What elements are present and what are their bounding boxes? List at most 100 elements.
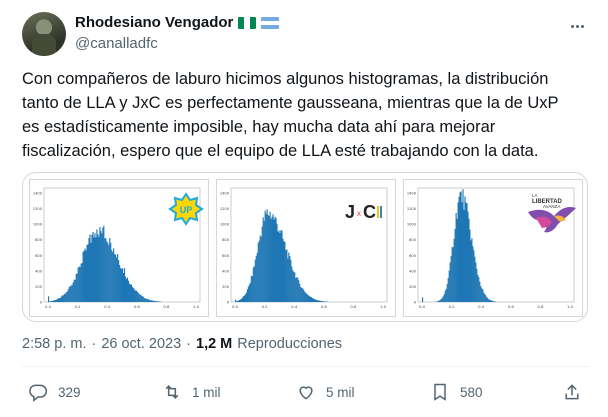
histogram-bar (151, 300, 153, 302)
histogram-bar (127, 280, 130, 302)
histogram-bar (312, 298, 315, 302)
y-tick-label: 1200 (407, 207, 417, 211)
histogram-bar (97, 234, 99, 302)
histogram-bar (305, 292, 307, 302)
bookmark-button[interactable]: 580 (430, 382, 483, 402)
histogram-bar (69, 286, 71, 302)
avatar[interactable] (22, 12, 66, 56)
histogram-bar (444, 290, 446, 302)
y-tick-label: 1000 (407, 223, 417, 227)
histogram-bar (450, 255, 452, 302)
histogram-bar (117, 254, 119, 302)
up-logo: UP (168, 192, 204, 226)
heart-icon (299, 386, 313, 400)
histogram-bar (156, 301, 158, 302)
y-tick-label: 0 (227, 301, 230, 305)
histogram-bar (256, 252, 258, 302)
histogram-lla: 1400 1200 1000 800 600 400 200 00.0 0.2 0.4 0.6 0.8… (407, 187, 576, 309)
y-tick-label: 600 (409, 254, 417, 258)
histogram-panel-lla: 1400 1200 1000 800 600 400 200 0 0.0 0.2 0.4 0.6 0.8… (403, 179, 583, 317)
histogram-bar (298, 280, 300, 302)
histogram-bar (244, 294, 247, 302)
x-tick-label: 0.8 (350, 304, 357, 309)
histogram-bar (463, 209, 465, 302)
tweet-timestamp[interactable]: 2:58 p. m. · 26 oct. 2023 · 1,2 M Reprod… (22, 336, 342, 352)
display-name[interactable]: Rhodesiano Vengador (75, 14, 233, 31)
histogram-bar (492, 300, 494, 302)
y-tick-label: 600 (222, 254, 230, 258)
histogram-bar (85, 250, 87, 302)
reply-button[interactable]: 329 (28, 382, 81, 402)
lla-logo: LA LIBERTAD AVANZA (528, 193, 576, 233)
separator: · (186, 336, 191, 352)
media-image[interactable]: 1400 1200 1000 800 600 400 200 0 0.0 0.2 0.4 0.6 0.8… (22, 172, 588, 322)
divider (22, 366, 590, 367)
more-options-button[interactable] (564, 16, 590, 36)
histogram-bar (99, 227, 101, 302)
histogram-bar (294, 272, 296, 302)
histogram-bar (100, 230, 102, 302)
author-handle[interactable]: @canalladfc (75, 35, 158, 52)
histogram-bar (471, 238, 473, 302)
like-button[interactable]: 5 mil (296, 382, 355, 402)
x-tick-label: 0.0 (45, 304, 52, 309)
histogram-bar (282, 238, 284, 302)
histogram-bar (154, 300, 156, 302)
histogram-bar (123, 268, 126, 302)
histogram-bar (74, 279, 76, 302)
histogram-bar (455, 213, 457, 302)
histogram-bar (48, 296, 50, 302)
histogram-bar (481, 288, 483, 302)
histogram-bar (235, 299, 237, 302)
y-tick-label: 800 (222, 238, 230, 242)
histogram-bar (310, 297, 313, 302)
histogram-bar (245, 292, 247, 302)
histogram-bar (449, 262, 451, 302)
histogram-bar (290, 259, 292, 302)
histogram-bar (111, 250, 113, 302)
histogram-bar (50, 300, 53, 302)
x-tick-label: 0.4 (104, 304, 111, 309)
histogram-bar (96, 229, 98, 302)
histogram-bar (131, 286, 134, 302)
y-tick-label: 600 (35, 254, 43, 258)
histogram-bar (150, 300, 152, 302)
views-label: Reproducciones (237, 336, 343, 352)
histogram-bar (265, 213, 267, 302)
histogram-bar (109, 237, 111, 302)
y-tick-label: 400 (35, 269, 43, 273)
histogram-bar (295, 277, 297, 302)
histogram-bar (53, 300, 56, 302)
histogram-bar (251, 276, 253, 302)
share-button[interactable] (562, 382, 582, 402)
y-tick-label: 0 (414, 301, 417, 305)
histogram-bar (116, 257, 118, 302)
histogram-bar (248, 284, 250, 302)
retweet-button[interactable]: 1 mil (162, 382, 221, 402)
histogram-bar (92, 231, 94, 302)
reply-count: 329 (58, 384, 81, 400)
histogram-bar (309, 296, 311, 302)
histogram-bar (308, 295, 310, 302)
histogram-bar (140, 295, 142, 302)
histogram-bar (91, 234, 93, 302)
histogram-bar (446, 284, 448, 302)
histogram-bar (260, 236, 262, 302)
histogram-bar (483, 292, 485, 302)
histogram-bar (262, 217, 264, 302)
histogram-bar (139, 294, 141, 302)
histogram-bar (88, 238, 90, 302)
histogram-bar (76, 273, 78, 302)
histogram-bar (49, 301, 52, 302)
histogram-bar (48, 301, 51, 302)
histogram-bar (105, 238, 107, 302)
x-tick-label: 0.2 (262, 304, 269, 309)
histogram-bar (484, 294, 486, 302)
histogram-bar (82, 251, 84, 302)
x-tick-label: 0.4 (291, 304, 298, 309)
tweet-text: Con compañeros de laburo hicimos algunos… (22, 70, 559, 160)
histogram-bar (293, 271, 295, 302)
histogram-bar (126, 277, 129, 302)
x-tick-label: 0.8 (163, 304, 170, 309)
histogram-bar (115, 254, 117, 302)
